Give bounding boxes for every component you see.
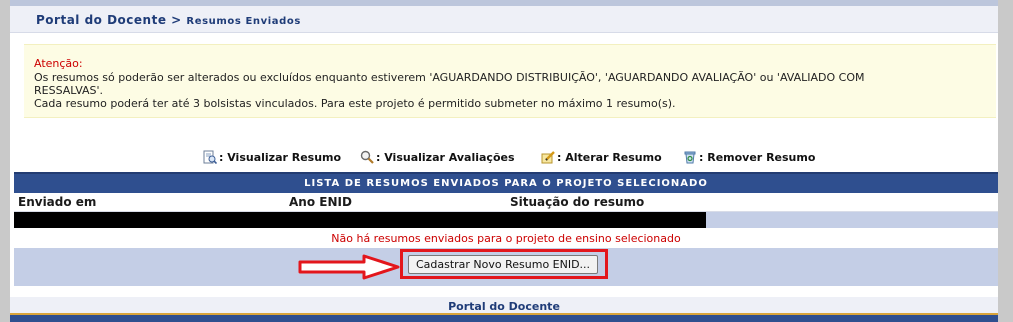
warning-line-1: Os resumos só poderão ser alterados ou e…	[34, 71, 865, 84]
title-separator: >	[166, 13, 187, 27]
column-sent-on: Enviado em	[18, 195, 97, 209]
warning-box: Atenção: Os resumos só poderão ser alter…	[24, 44, 996, 118]
table-row	[14, 212, 998, 228]
actions-legend: : Visualizar Resumo : Visualizar Avaliaç…	[10, 148, 998, 166]
warning-line-2: RESSALVAS'.	[34, 84, 104, 97]
magnifier-icon	[360, 150, 374, 164]
summaries-table: LISTA DE RESUMOS ENVIADOS PARA O PROJETO…	[14, 172, 998, 286]
warning-label: Atenção:	[34, 57, 83, 70]
page-footer: Portal do Docente	[10, 297, 998, 322]
title-section: Resumos Enviados	[186, 16, 301, 27]
warning-line-3: Cada resumo poderá ter até 3 bolsistas v…	[34, 97, 676, 110]
legend-edit-summary-label: : Alterar Resumo	[557, 150, 662, 164]
legend-remove-summary: : Remover Resumo	[683, 150, 815, 164]
recycle-bin-icon	[683, 150, 697, 164]
legend-edit-summary: : Alterar Resumo	[541, 150, 662, 164]
title-portal[interactable]: Portal do Docente	[36, 13, 166, 27]
red-arrow-icon	[298, 254, 400, 280]
table-caption: LISTA DE RESUMOS ENVIADOS PARA O PROJETO…	[14, 172, 998, 193]
table-header-row: Enviado em Ano ENID Situação do resumo	[14, 193, 998, 212]
footer-portal-link[interactable]: Portal do Docente	[10, 300, 998, 313]
button-highlight-box: Cadastrar Novo Resumo ENID...	[400, 249, 608, 279]
legend-view-evaluations: : Visualizar Avaliações	[360, 150, 515, 164]
footer-bar	[10, 313, 998, 322]
legend-view-summary-label: : Visualizar Resumo	[219, 150, 342, 164]
legend-view-evaluations-label: : Visualizar Avaliações	[376, 150, 515, 164]
document-magnifier-icon	[203, 150, 218, 165]
page-header: Portal do Docente > Resumos Enviados	[10, 6, 998, 33]
edit-pencil-icon	[541, 150, 555, 164]
redacted-block	[14, 212, 706, 228]
column-summary-status: Situação do resumo	[510, 195, 645, 209]
table-footer-row: Cadastrar Novo Resumo ENID...	[14, 248, 998, 286]
page-frame: Portal do Docente > Resumos Enviados Ate…	[10, 0, 998, 322]
empty-message: Não há resumos enviados para o projeto d…	[14, 228, 998, 248]
legend-view-summary: : Visualizar Resumo	[203, 150, 342, 165]
legend-remove-summary-label: : Remover Resumo	[699, 150, 816, 164]
register-new-summary-button[interactable]: Cadastrar Novo Resumo ENID...	[408, 255, 598, 274]
column-enid-year: Ano ENID	[289, 195, 352, 209]
page-title: Portal do Docente > Resumos Enviados	[36, 13, 301, 27]
